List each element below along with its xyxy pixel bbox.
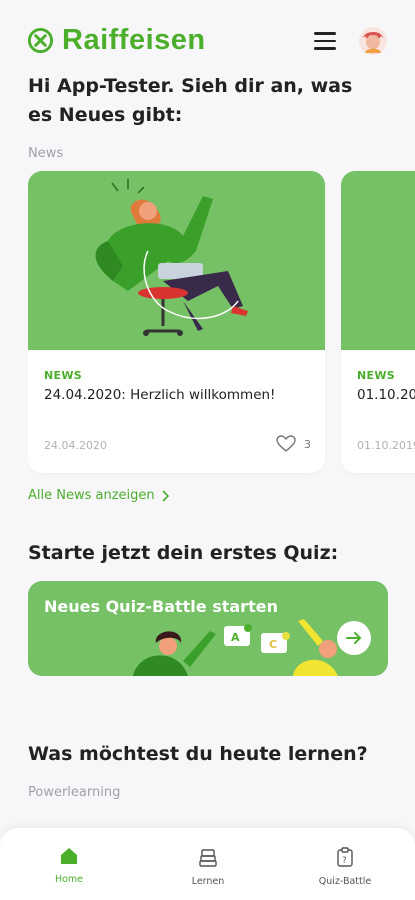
news-card-date: 01.10.2019 (357, 439, 415, 452)
news-card-illustration (341, 171, 415, 350)
person-laptop-illustration (95, 179, 248, 336)
news-card[interactable]: NEWS 24.04.2020: Herzlich willkommen! 24… (28, 171, 325, 473)
hamburger-menu-icon[interactable] (314, 32, 336, 50)
heart-icon[interactable] (276, 435, 296, 453)
quiz-battle-illustration: A C (133, 619, 338, 676)
brand-logo[interactable]: Raiffeisen (27, 24, 206, 57)
brand-name: Raiffeisen (62, 24, 206, 56)
news-card[interactable]: NEWS 01.10.2019 01.10.2019 (341, 171, 415, 473)
arrow-right-icon (346, 632, 362, 644)
all-news-link[interactable]: Alle News anzeigen (28, 488, 169, 503)
all-news-label: Alle News anzeigen (28, 488, 155, 503)
news-card-title: 01.10.2019 (357, 387, 415, 403)
tab-lernen-label: Lernen (191, 876, 225, 887)
learning-heading: Was möchtest du heute lernen? (28, 743, 368, 765)
news-card-tag: NEWS (357, 369, 395, 382)
app-header: Raiffeisen (0, 0, 415, 80)
start-quiz-button[interactable] (337, 621, 371, 655)
quiz-icon: ? (337, 847, 353, 867)
raiffeisen-logo-icon (27, 27, 54, 54)
powerlearning-label: Powerlearning (28, 785, 121, 800)
svg-text:A: A (231, 631, 240, 644)
bottom-tab-bar: Home Lernen ? Quiz-Battle (0, 828, 415, 900)
tab-home-label: Home (54, 874, 84, 885)
books-icon (199, 849, 217, 867)
tab-quiz-battle[interactable]: ? Quiz-Battle (300, 846, 390, 887)
tab-home[interactable]: Home (24, 846, 114, 885)
news-carousel[interactable]: NEWS 24.04.2020: Herzlich willkommen! 24… (28, 171, 415, 476)
avatar[interactable] (358, 26, 388, 56)
tab-lernen[interactable]: Lernen (163, 846, 253, 887)
quiz-heading: Starte jetzt dein erstes Quiz: (28, 542, 339, 564)
greeting-heading: Hi App-Tester. Sieh dir an, was es Neues… (28, 75, 353, 126)
news-card-title: 24.04.2020: Herzlich willkommen! (44, 387, 276, 403)
like-count: 3 (304, 437, 311, 451)
home-icon (61, 848, 77, 864)
news-card-illustration (28, 171, 325, 350)
news-card-tag: NEWS (44, 369, 82, 382)
svg-text:C: C (269, 638, 277, 651)
chevron-right-icon (162, 489, 169, 502)
news-card-likes[interactable]: 3 (276, 435, 311, 453)
news-section-label: News (28, 146, 64, 161)
tab-quiz-battle-label: Quiz-Battle (318, 876, 372, 887)
svg-text:?: ? (342, 856, 347, 866)
new-quiz-battle-banner[interactable]: Neues Quiz-Battle starten A C (28, 581, 388, 676)
news-card-date: 24.04.2020 (44, 439, 107, 452)
